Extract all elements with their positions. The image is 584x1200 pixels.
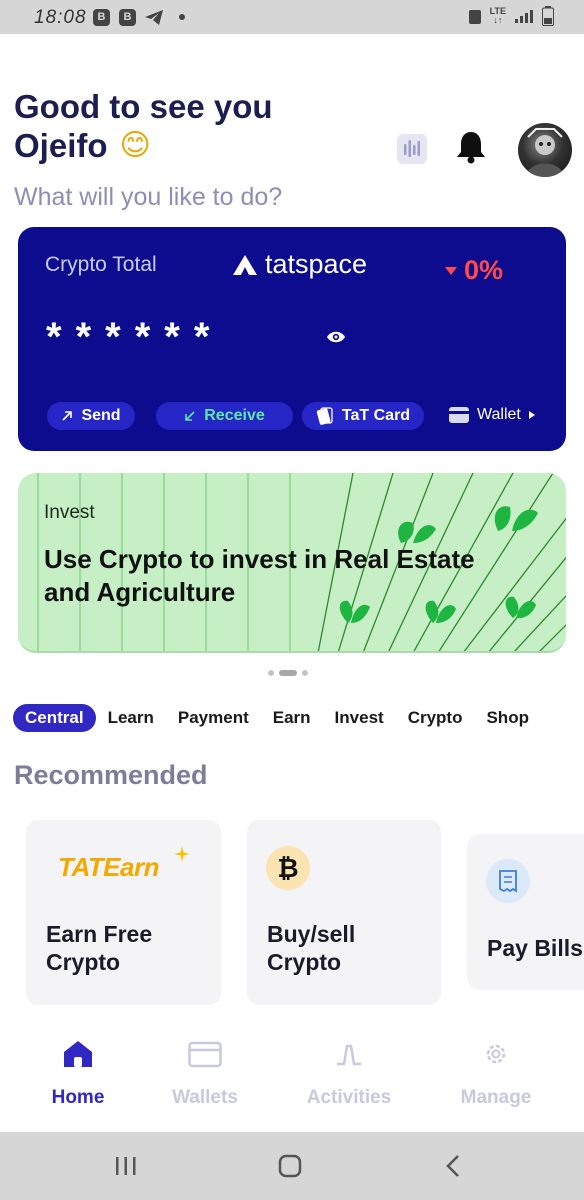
brand-logo: tatspace bbox=[233, 249, 367, 280]
home-button-icon[interactable] bbox=[278, 1154, 302, 1178]
smiling-emoji: 😊 bbox=[119, 129, 151, 162]
battery-icon bbox=[542, 6, 554, 26]
tat-card-label: TaT Card bbox=[341, 407, 411, 424]
receipt-icon bbox=[486, 859, 530, 903]
activities-icon bbox=[337, 1044, 361, 1066]
telegram-icon bbox=[145, 10, 163, 25]
carousel-dot bbox=[302, 670, 308, 676]
system-navigation-bar bbox=[0, 1132, 584, 1200]
status-time: 18:08 bbox=[34, 7, 87, 28]
recommended-label: Pay Bills bbox=[487, 935, 583, 961]
sparkle-icon bbox=[174, 846, 190, 862]
balance-change-value: 0% bbox=[464, 255, 504, 285]
tab-earn[interactable]: Earn bbox=[261, 704, 323, 732]
wallet-label: Wallet bbox=[477, 406, 521, 423]
wallet-icon bbox=[188, 1041, 222, 1068]
eye-icon[interactable] bbox=[326, 330, 346, 344]
balance-change: 0% bbox=[445, 255, 503, 286]
back-icon[interactable] bbox=[445, 1154, 461, 1178]
wallet-link[interactable]: Wallet bbox=[449, 406, 535, 424]
receive-label: Receive bbox=[204, 407, 265, 424]
nav-label: Wallets bbox=[172, 1087, 238, 1108]
wallet-card-icon bbox=[449, 407, 469, 423]
chart-bars-icon[interactable] bbox=[397, 134, 427, 164]
recent-apps-icon[interactable] bbox=[115, 1156, 137, 1176]
carousel-dot bbox=[268, 670, 274, 676]
notification-b-icon: B bbox=[119, 9, 136, 26]
tatspace-logo-icon bbox=[233, 254, 257, 275]
arrow-down-left-icon bbox=[185, 411, 195, 421]
avatar-image bbox=[526, 128, 564, 177]
brand-name: tatspace bbox=[265, 249, 368, 279]
nav-label: Home bbox=[51, 1087, 105, 1108]
carousel-indicator bbox=[268, 670, 308, 676]
bitcoin-icon: ₿ bbox=[266, 846, 310, 890]
arrow-up-right-icon bbox=[62, 411, 73, 421]
status-right: LTE ↓↑ bbox=[468, 6, 554, 26]
recommended-label: Earn Free Crypto bbox=[46, 921, 153, 975]
recommended-card-pay-bills[interactable]: Pay Bills bbox=[467, 834, 584, 990]
network-type: LTE ↓↑ bbox=[489, 6, 506, 25]
tab-crypto[interactable]: Crypto bbox=[396, 704, 475, 732]
signal-icon bbox=[515, 10, 533, 23]
status-bar: 18:08 B B LTE ↓↑ bbox=[0, 0, 584, 34]
nav-wallets[interactable]: Wallets bbox=[145, 1040, 265, 1109]
more-notifications-dot bbox=[179, 14, 185, 20]
nav-label: Manage bbox=[460, 1087, 532, 1108]
home-icon bbox=[64, 1041, 92, 1067]
tab-shop[interactable]: Shop bbox=[474, 704, 541, 732]
recommended-card-buy-sell[interactable]: ₿ Buy/sell Crypto bbox=[247, 820, 441, 1005]
svg-text:₿: ₿ bbox=[277, 853, 298, 883]
banner-title: Use Crypto to invest in Real Estate and … bbox=[44, 544, 475, 607]
nav-activities[interactable]: Activities bbox=[289, 1040, 409, 1109]
caret-right-icon bbox=[528, 411, 535, 419]
caret-down-icon bbox=[445, 266, 457, 275]
banner-kicker: Invest bbox=[44, 502, 95, 523]
notification-b-icon: B bbox=[93, 9, 110, 26]
nav-label: Activities bbox=[306, 1087, 392, 1108]
card-title: Crypto Total bbox=[45, 253, 157, 276]
masked-balance: ****** bbox=[46, 315, 224, 359]
tab-payment[interactable]: Payment bbox=[166, 704, 261, 732]
crypto-total-card[interactable]: Crypto Total tatspace 0% ****** Send Rec… bbox=[18, 227, 566, 451]
tab-learn[interactable]: Learn bbox=[96, 704, 166, 732]
recommended-card-earn[interactable]: TATEarn Earn Free Crypto bbox=[26, 820, 221, 1005]
tatearn-logo: TATEarn bbox=[58, 852, 159, 882]
card-icon bbox=[316, 407, 333, 425]
nav-manage[interactable]: Manage bbox=[436, 1040, 556, 1109]
recommended-title: Recommended bbox=[14, 760, 208, 790]
carousel-dot-active bbox=[279, 670, 297, 676]
tat-card-button[interactable]: TaT Card bbox=[302, 402, 424, 430]
bell-icon[interactable] bbox=[456, 130, 486, 164]
category-tabs: Central Learn Payment Earn Invest Crypto… bbox=[13, 704, 541, 732]
greeting: Good to see you Ojeifo 😊 bbox=[14, 87, 273, 165]
avatar[interactable] bbox=[518, 123, 572, 177]
greeting-subtitle: What will you like to do? bbox=[14, 183, 283, 211]
invest-banner[interactable]: Invest Use Crypto to invest in Real Esta… bbox=[18, 473, 566, 653]
send-button[interactable]: Send bbox=[47, 402, 135, 430]
user-name: Ojeifo bbox=[14, 127, 108, 164]
greeting-line2-row: Ojeifo 😊 bbox=[14, 126, 273, 165]
receive-button[interactable]: Receive bbox=[156, 402, 293, 430]
tab-central[interactable]: Central bbox=[13, 704, 96, 732]
nav-home[interactable]: Home bbox=[18, 1040, 138, 1109]
greeting-line1: Good to see you bbox=[14, 88, 273, 125]
tab-invest[interactable]: Invest bbox=[323, 704, 396, 732]
gear-icon bbox=[486, 1044, 506, 1064]
send-label: Send bbox=[81, 407, 121, 424]
recommended-label: Buy/sell Crypto bbox=[267, 921, 356, 975]
recycle-icon bbox=[468, 9, 481, 24]
